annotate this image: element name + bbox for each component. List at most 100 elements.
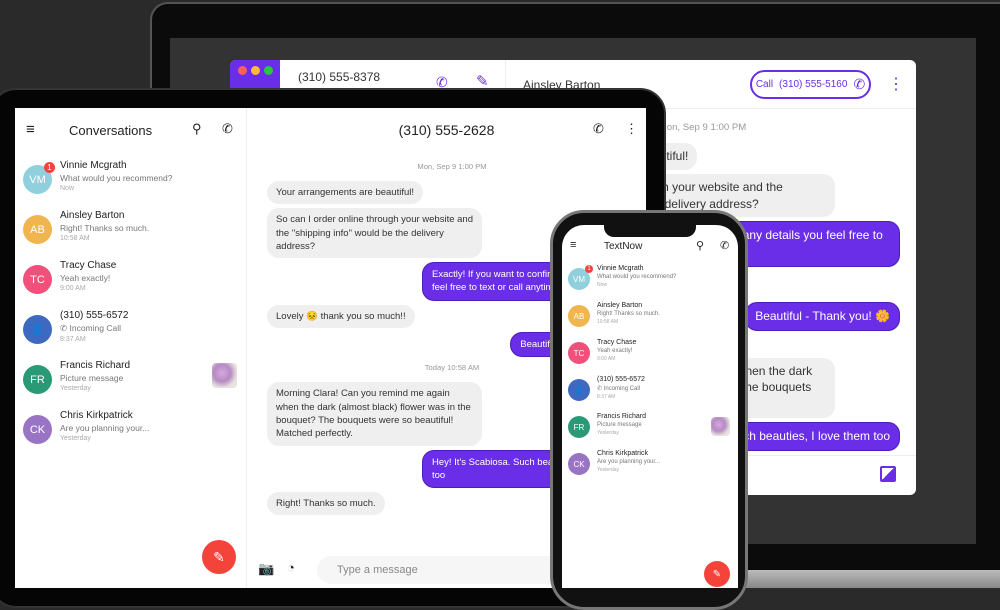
contact-name: Ainsley Barton bbox=[60, 210, 125, 221]
compose-fab[interactable]: ✎ bbox=[202, 540, 236, 574]
phone-screen: ≡ TextNow ⚲ ✆ VM 1 Vinnie Mcgrath What woul… bbox=[562, 225, 738, 588]
avatar-initials: CK bbox=[29, 423, 46, 436]
conversation-item[interactable]: FR Francis Richard Picture message Yesterda… bbox=[562, 413, 738, 450]
conversations-sidebar: ≡ Conversations ⚲ ✆ VM 1 Vinnie Mcgrath Wha… bbox=[15, 108, 247, 588]
contact-name: Chris Kirkpatrick bbox=[60, 410, 133, 421]
avatar-initials: AB bbox=[573, 311, 585, 321]
conversation-item[interactable]: CK Chris Kirkpatrick Are you planning your… bbox=[15, 410, 247, 460]
message-preview: Picture message bbox=[597, 422, 646, 428]
conversation-item[interactable]: CK Chris Kirkpatrick Are you planning your… bbox=[562, 450, 738, 487]
timestamp: 9:00 AM bbox=[60, 285, 86, 292]
preview-text: Right! Thanks so much. bbox=[597, 311, 660, 317]
unread-badge: 1 bbox=[585, 265, 593, 273]
conversation-item[interactable]: VM 1 Vinnie Mcgrath What would you recommen… bbox=[562, 265, 738, 302]
avatar-initials: CK bbox=[573, 459, 585, 469]
message-preview: Right! Thanks so much. bbox=[597, 311, 660, 317]
avatar: CK bbox=[568, 453, 590, 475]
dialpad-call-icon[interactable]: ✆ bbox=[222, 121, 233, 137]
menu-icon[interactable]: ≡ bbox=[570, 239, 576, 251]
conversation-text: Tracy Chase Yeah exactly! 9:00 AM bbox=[597, 339, 636, 376]
phone-icon[interactable]: ✆ bbox=[593, 121, 604, 137]
avatar: TC bbox=[23, 265, 52, 294]
timestamp: Yesterday bbox=[60, 435, 91, 442]
preview-text: Incoming Call bbox=[603, 386, 641, 392]
avatar: FR bbox=[23, 365, 52, 394]
conversation-item[interactable]: AB Ainsley Barton Right! Thanks so much. 10… bbox=[562, 302, 738, 339]
message-preview: Right! Thanks so much. bbox=[60, 223, 149, 233]
message-preview: Are you planning your... bbox=[597, 459, 660, 465]
preview-text: Incoming Call bbox=[69, 323, 121, 333]
avatar: VM 1 bbox=[568, 265, 593, 290]
preview-text: Picture message bbox=[60, 373, 124, 383]
phone-notch bbox=[604, 225, 696, 237]
menu-icon[interactable]: ≡ bbox=[26, 121, 35, 138]
conversation-text: Chris Kirkpatrick Are you planning your..… bbox=[597, 450, 660, 487]
received-message: Your arrangements are beautiful! bbox=[267, 181, 424, 205]
message-preview: Yeah exactly! bbox=[597, 348, 636, 354]
avatar: AB bbox=[568, 305, 590, 327]
avatar: 👤 bbox=[568, 379, 590, 401]
contact-name: Vinnie Mcgrath bbox=[597, 265, 644, 272]
preview-text: Are you planning your... bbox=[60, 423, 150, 433]
conversation-text: Francis Richard Picture message Yesterday bbox=[60, 360, 130, 410]
preview-text: Are you planning your... bbox=[597, 459, 661, 465]
conversation-item[interactable]: 👤 (310) 555-6572 ✆ Incoming Call 8:37 AM bbox=[562, 376, 738, 413]
conversation-item[interactable]: AB Ainsley Barton Right! Thanks so much. 10… bbox=[15, 210, 247, 260]
more-options-icon[interactable]: ⋮ bbox=[888, 74, 904, 94]
compose-fab[interactable]: ✎ bbox=[704, 561, 730, 587]
more-options-icon[interactable]: ⋮ bbox=[625, 121, 638, 137]
search-icon[interactable]: ⚲ bbox=[696, 239, 704, 252]
preview-text: What would you recommend? bbox=[60, 173, 173, 183]
conversation-item[interactable]: FR Francis Richard Picture message Yesterda… bbox=[15, 360, 247, 410]
call-button[interactable]: Call (310) 555-5160 ✆ bbox=[750, 70, 871, 99]
timestamp: 10:58 AM bbox=[597, 319, 619, 325]
dialpad-call-icon[interactable]: ✆ bbox=[720, 239, 729, 252]
sticker-icon[interactable]: ◔ bbox=[287, 560, 295, 575]
picture-thumbnail[interactable] bbox=[711, 417, 730, 436]
contact-name: Tracy Chase bbox=[60, 260, 117, 271]
timestamp: 9:00 AM bbox=[597, 356, 616, 362]
call-label: Call bbox=[755, 79, 774, 90]
picture-thumbnail[interactable] bbox=[212, 363, 237, 388]
contact-name: Francis Richard bbox=[60, 360, 131, 371]
message-preview: What would you recommend? bbox=[60, 173, 172, 183]
contact-name: Tracy Chase bbox=[597, 339, 637, 346]
preview-text: Yeah exactly! bbox=[597, 348, 633, 354]
sent-message: Beautiful - Thank you! 🌼 bbox=[745, 301, 900, 331]
received-message: Right! Thanks so much. bbox=[267, 492, 385, 516]
preview-text: Yeah exactly! bbox=[60, 273, 111, 283]
timestamp: Yesterday bbox=[597, 430, 620, 436]
image-attach-icon[interactable] bbox=[880, 466, 896, 482]
contact-name: Chris Kirkpatrick bbox=[597, 450, 648, 457]
conversation-text: Francis Richard Picture message Yesterday bbox=[597, 413, 646, 450]
timestamp: 8:37 AM bbox=[60, 336, 86, 343]
avatar: 👤 bbox=[23, 315, 52, 344]
timestamp: Now bbox=[597, 282, 608, 288]
maximize-window-button[interactable] bbox=[264, 66, 273, 75]
camera-icon[interactable]: 📷 bbox=[258, 561, 274, 577]
avatar-initials: AB bbox=[30, 223, 45, 236]
conversation-text: Ainsley Barton Right! Thanks so much. 10:5… bbox=[60, 210, 149, 260]
app-title: TextNow bbox=[604, 241, 643, 252]
preview-text: Right! Thanks so much. bbox=[60, 223, 150, 233]
avatar: FR bbox=[568, 416, 590, 438]
conversation-text: Tracy Chase Yeah exactly! 9:00 AM bbox=[60, 260, 116, 310]
message-preview: Yeah exactly! bbox=[60, 273, 116, 283]
received-message: Morning Clara! Can you remind me again w… bbox=[267, 382, 482, 446]
minimize-window-button[interactable] bbox=[251, 66, 260, 75]
close-window-button[interactable] bbox=[238, 66, 247, 75]
avatar-initials: FR bbox=[573, 422, 585, 432]
search-icon[interactable]: ⚲ bbox=[192, 121, 202, 137]
conversation-item[interactable]: 👤 (310) 555-6572 ✆ Incoming Call 8:37 AM bbox=[15, 310, 247, 360]
conversation-item[interactable]: TC Tracy Chase Yeah exactly! 9:00 AM bbox=[15, 260, 247, 310]
message-preview: What would you recommend? bbox=[597, 274, 676, 280]
conversation-item[interactable]: TC Tracy Chase Yeah exactly! 9:00 AM bbox=[562, 339, 738, 376]
contact-name: (310) 555-6572 bbox=[60, 310, 129, 321]
phone-icon: ✆ bbox=[853, 76, 866, 92]
chat-title: (310) 555-2628 bbox=[398, 122, 495, 138]
timestamp: Now bbox=[60, 185, 75, 192]
person-icon: 👤 bbox=[574, 385, 584, 395]
received-message: So can I order online through your websi… bbox=[267, 208, 482, 259]
conversation-item[interactable]: VM 1 Vinnie Mcgrath What would you recommen… bbox=[15, 160, 247, 210]
conversation-text: Ainsley Barton Right! Thanks so much. 10:5… bbox=[597, 302, 660, 339]
